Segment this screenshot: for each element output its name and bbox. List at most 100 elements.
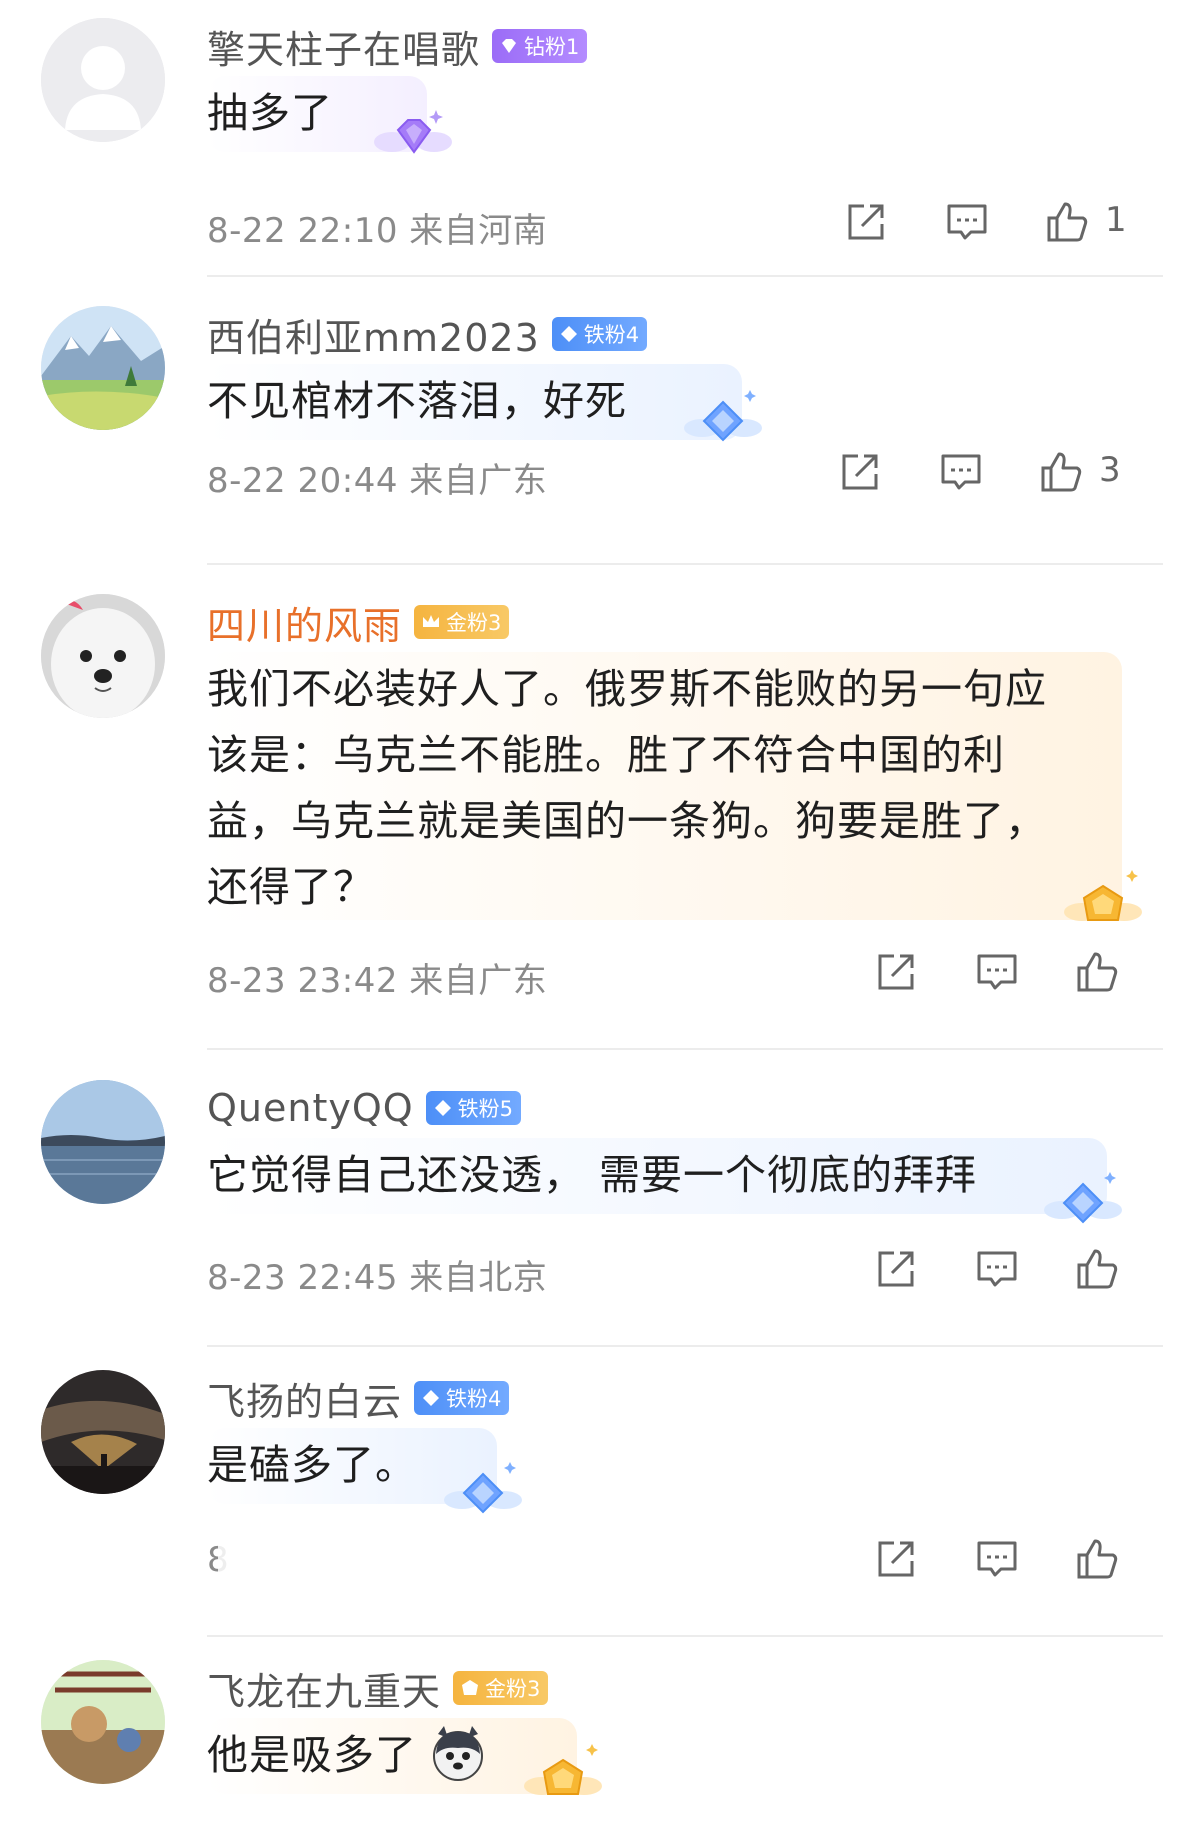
reply-button[interactable]	[943, 198, 991, 246]
comment-text[interactable]: 它觉得自己还没透， 需要一个彻底的拜拜	[207, 1142, 977, 1208]
like-count: 3	[1099, 450, 1121, 490]
share-button[interactable]	[836, 448, 884, 496]
fan-badge[interactable]: 铁粉4	[551, 317, 648, 351]
comment-text[interactable]: 抽多了	[207, 80, 333, 146]
diamond-badge-icon	[423, 1390, 440, 1406]
comment-text[interactable]: 我们不必装好人了。俄罗斯不能败的另一句应 该是：乌克兰不能胜。胜了不符合中国的利…	[207, 656, 1047, 920]
comment-item: 飞扬的白云 铁粉4 是磕多了。 8	[0, 1352, 1179, 1640]
username[interactable]: 西伯利亚mm2023	[207, 307, 540, 362]
gem-badge-icon	[462, 1680, 479, 1695]
avatar[interactable]	[41, 594, 165, 718]
comment-actions	[0, 1245, 1179, 1295]
reply-icon	[977, 1541, 1017, 1577]
landscape-avatar-icon	[41, 306, 165, 430]
divider	[207, 1345, 1163, 1347]
comment-list: 擎天柱子在唱歌 钻粉1 抽多了 8-22 22:10 来自河南 1 西伯利亚mm…	[0, 0, 1179, 1831]
like-count: 1	[1105, 200, 1127, 240]
share-button[interactable]	[842, 198, 890, 246]
comment-item: 四川的风雨 金粉3 我们不必装好人了。俄罗斯不能败的另一句应 该是：乌克兰不能胜…	[0, 576, 1179, 1060]
like-icon	[1047, 202, 1088, 242]
username[interactable]: 擎天柱子在唱歌	[207, 19, 480, 74]
share-icon	[848, 204, 884, 240]
diamond-fan-decoration-icon	[374, 110, 452, 154]
reply-icon	[941, 454, 981, 490]
share-button[interactable]	[872, 1535, 920, 1583]
like-button[interactable]	[1073, 948, 1121, 996]
share-icon	[878, 1251, 914, 1287]
username-row: 擎天柱子在唱歌 钻粉1	[207, 19, 588, 74]
cartoon-avatar-icon	[41, 1660, 165, 1784]
reply-button[interactable]	[973, 948, 1021, 996]
fan-badge[interactable]: 金粉3	[414, 605, 510, 639]
comment-actions: 3	[0, 448, 1179, 498]
comment-actions: 1	[0, 198, 1179, 248]
lake-avatar-icon	[41, 1080, 165, 1204]
fan-badge[interactable]: 钻粉1	[492, 29, 588, 63]
comment-item: 西伯利亚mm2023 铁粉4 不见棺材不落泪，好死 8-22 20:44 来自广…	[0, 288, 1179, 566]
gold-fan-decoration-icon	[524, 1744, 602, 1795]
husky-emoji-icon	[433, 1726, 483, 1781]
comment-item: 擎天柱子在唱歌 钻粉1 抽多了 8-22 22:10 来自河南 1	[0, 0, 1179, 278]
diamond-badge-icon	[434, 1100, 451, 1116]
fan-badge-label: 铁粉4	[583, 323, 640, 347]
username[interactable]: 飞扬的白云	[207, 1371, 402, 1426]
comment-actions	[0, 948, 1179, 998]
iron-fan-decoration-icon	[684, 390, 762, 442]
divider	[207, 1635, 1163, 1637]
username-row: 四川的风雨 金粉3	[207, 595, 510, 650]
share-button[interactable]	[872, 1245, 920, 1293]
like-icon	[1077, 952, 1118, 992]
iron-fan-decoration-icon	[1044, 1172, 1122, 1224]
username[interactable]: 四川的风雨	[207, 595, 402, 650]
share-button[interactable]	[872, 948, 920, 996]
reply-icon	[947, 204, 987, 240]
like-button[interactable]	[1037, 448, 1085, 496]
comment-text[interactable]: 他是吸多了	[207, 1722, 417, 1788]
default-avatar-icon	[41, 18, 165, 142]
reply-button[interactable]	[973, 1535, 1021, 1583]
username-row: 飞扬的白云 铁粉4	[207, 1371, 510, 1426]
reply-icon	[977, 954, 1017, 990]
fan-badge-label: 金粉3	[485, 1677, 541, 1701]
reply-icon	[977, 1251, 1017, 1287]
divider	[207, 563, 1163, 565]
comment-item: QuentyQQ 铁粉5 它觉得自己还没透， 需要一个彻底的拜拜 8-23 22…	[0, 1062, 1179, 1350]
diamond-badge-icon	[502, 39, 517, 53]
comment-text[interactable]: 是磕多了。	[207, 1432, 417, 1498]
divider	[207, 1048, 1163, 1050]
avatar[interactable]	[41, 306, 165, 430]
username[interactable]: 飞龙在九重天	[207, 1661, 441, 1716]
reply-button[interactable]	[937, 448, 985, 496]
share-icon	[842, 454, 878, 490]
like-button[interactable]	[1073, 1535, 1121, 1583]
comment-actions	[0, 1535, 1179, 1585]
username-row: 西伯利亚mm2023 铁粉4	[207, 307, 648, 362]
username[interactable]: QuentyQQ	[207, 1086, 414, 1130]
avatar[interactable]	[41, 1080, 165, 1204]
fan-badge-label: 金粉3	[446, 611, 502, 635]
comment-text[interactable]: 不见棺材不落泪，好死	[207, 368, 627, 434]
like-button[interactable]	[1043, 198, 1091, 246]
comment-item: 飞龙在九重天 金粉3 他是吸多了	[0, 1642, 1179, 1831]
username-row: 飞龙在九重天 金粉3	[207, 1661, 549, 1716]
avatar[interactable]	[41, 1370, 165, 1494]
sunset-avatar-icon	[41, 1370, 165, 1494]
diamond-badge-icon	[560, 326, 577, 342]
fan-badge-label: 钻粉1	[524, 35, 580, 59]
share-icon	[878, 1541, 914, 1577]
like-icon	[1077, 1539, 1118, 1579]
crown-badge-icon	[423, 615, 440, 627]
avatar[interactable]	[41, 1660, 165, 1784]
fan-badge[interactable]: 铁粉4	[414, 1381, 510, 1415]
iron-fan-decoration-icon	[444, 1462, 522, 1514]
reply-button[interactable]	[973, 1245, 1021, 1293]
like-button[interactable]	[1073, 1245, 1121, 1293]
fan-badge-label: 铁粉5	[457, 1097, 514, 1121]
username-row: QuentyQQ 铁粉5	[207, 1082, 522, 1134]
like-icon	[1041, 452, 1082, 492]
divider	[207, 275, 1163, 277]
fan-badge[interactable]: 铁粉5	[425, 1091, 522, 1125]
avatar[interactable]	[41, 18, 165, 142]
fan-badge-label: 铁粉4	[446, 1387, 502, 1411]
fan-badge[interactable]: 金粉3	[453, 1671, 549, 1705]
